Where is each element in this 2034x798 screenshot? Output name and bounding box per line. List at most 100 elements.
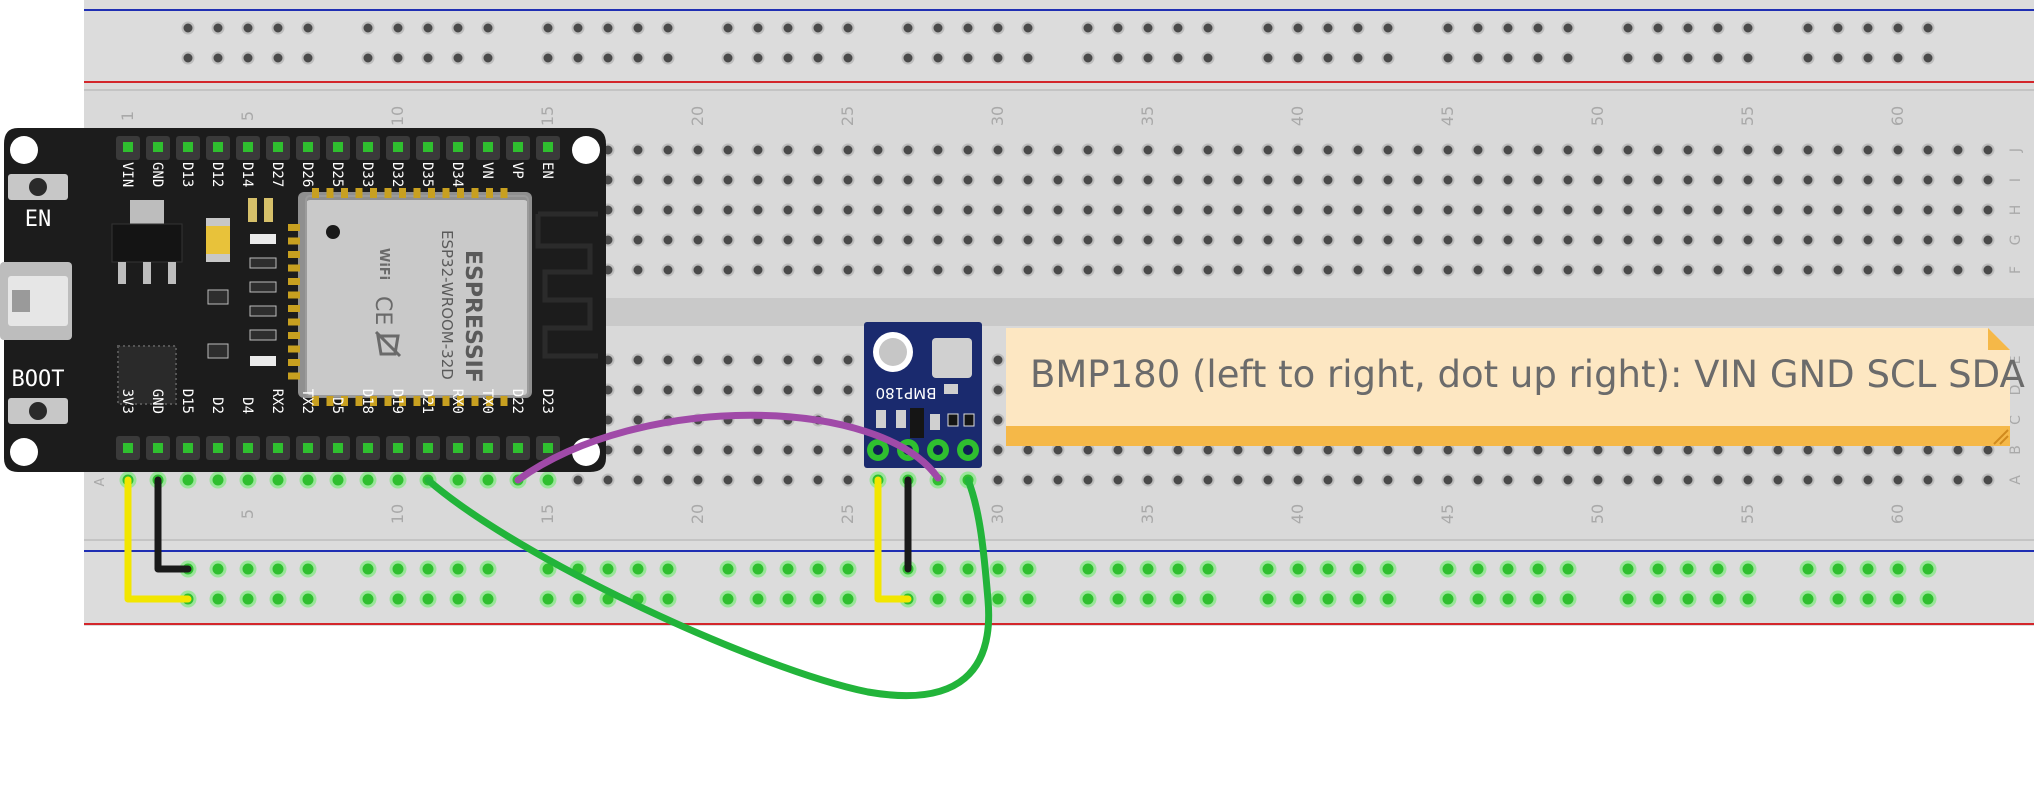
- breadboard-hole: [1501, 143, 1515, 157]
- breadboard-hole: [751, 473, 765, 487]
- breadboard-hole: [1711, 143, 1725, 157]
- en-button[interactable]: [8, 174, 68, 200]
- power-rail-hole: [989, 560, 1007, 578]
- breadboard-hole: [1981, 233, 1995, 247]
- power-rail-hole: [601, 21, 615, 35]
- power-rail-hole: [301, 21, 315, 35]
- en-button-label: EN: [25, 207, 52, 232]
- breadboard-hole: [1561, 173, 1575, 187]
- header-pin-pad: [363, 142, 373, 152]
- power-rail-hole: [1349, 560, 1367, 578]
- module-pad: [457, 188, 464, 198]
- breadboard-hole: [1321, 263, 1335, 277]
- breadboard-hole: [631, 173, 645, 187]
- breadboard-hole: [1741, 233, 1755, 247]
- breadboard-hole: [1741, 473, 1755, 487]
- breadboard-hole: [1171, 263, 1185, 277]
- breadboard-hole: [721, 203, 735, 217]
- breadboard-hole: [1081, 203, 1095, 217]
- breadboard-hole: [931, 233, 945, 247]
- pin-label: TX2: [299, 389, 315, 414]
- power-rail-hole: [241, 51, 255, 65]
- breadboard-hole: [1321, 203, 1335, 217]
- header-pin-pad: [303, 443, 313, 453]
- breadboard-hole: [751, 143, 765, 157]
- power-rail-hole: [929, 560, 947, 578]
- bmp180-pin-hole: [933, 445, 943, 455]
- breadboard-hole: [1501, 473, 1515, 487]
- power-rail-hole: [931, 21, 945, 35]
- power-rail-hole: [541, 51, 555, 65]
- power-rail-hole: [359, 560, 377, 578]
- breadboard-hole: [901, 143, 915, 157]
- breadboard-hole: [1771, 443, 1785, 457]
- breadboard-hole: [1231, 233, 1245, 247]
- boot-button[interactable]: [8, 398, 68, 424]
- breadboard-hole: [901, 203, 915, 217]
- power-rail-hole: [271, 51, 285, 65]
- breadboard-hole: [631, 383, 645, 397]
- module-pad: [288, 264, 300, 272]
- power-rail-hole: [539, 590, 557, 608]
- row-letter: A: [2008, 475, 2024, 485]
- breadboard-hole: [991, 383, 1005, 397]
- power-rail-hole: [1081, 51, 1095, 65]
- power-rail-hole: [1799, 560, 1817, 578]
- power-rail-hole: [299, 560, 317, 578]
- breadboard-hole: [1651, 263, 1665, 277]
- pin-label: D34: [449, 162, 465, 187]
- breadboard-hole: [661, 173, 675, 187]
- power-rail-hole: [1289, 560, 1307, 578]
- breadboard-hole: [1621, 443, 1635, 457]
- breadboard-hole: [1171, 173, 1185, 187]
- power-rail-hole: [749, 590, 767, 608]
- power-rail-hole: [1019, 590, 1037, 608]
- breadboard-hole: [1261, 143, 1275, 157]
- module-pad: [384, 188, 392, 198]
- sticky-note[interactable]: BMP180 (left to right, dot up right): VI…: [1006, 328, 2025, 446]
- breadboard-hole: [1201, 173, 1215, 187]
- bmp180-pin-hole: [873, 445, 883, 455]
- breadboard-hole: [751, 263, 765, 277]
- breadboard-hole: [1591, 233, 1605, 247]
- power-rail-hole: [1829, 590, 1847, 608]
- module-pad: [288, 305, 300, 312]
- breadboard-hole: [479, 471, 497, 489]
- power-rail-hole: [1109, 560, 1127, 578]
- pin-label: GND: [149, 162, 165, 187]
- power-rail-hole: [1891, 21, 1905, 35]
- breadboard-hole: [1081, 233, 1095, 247]
- breadboard-hole: [1801, 233, 1815, 247]
- power-rail-hole: [1561, 51, 1575, 65]
- breadboard-hole: [1021, 233, 1035, 247]
- power-rail-hole: [269, 560, 287, 578]
- breadboard-hole: [1441, 263, 1455, 277]
- breadboard-hole: [1381, 203, 1395, 217]
- row-letter: F: [2008, 266, 2024, 274]
- power-rail-hole: [901, 21, 915, 35]
- power-rail-hole: [1621, 51, 1635, 65]
- breadboard-hole: [1951, 143, 1965, 157]
- breadboard-hole: [1531, 443, 1545, 457]
- breadboard-hole: [1081, 263, 1095, 277]
- breadboard-hole: [1921, 263, 1935, 277]
- column-number: 15: [538, 504, 557, 524]
- breadboard-hole: [991, 173, 1005, 187]
- breadboard-hole: [1801, 143, 1815, 157]
- breadboard-hole: [1021, 473, 1035, 487]
- power-rail-hole: [1261, 21, 1275, 35]
- breadboard-hole: [961, 143, 975, 157]
- breadboard-hole: [1261, 443, 1275, 457]
- column-number: 40: [1288, 504, 1307, 524]
- power-rail-hole: [1921, 51, 1935, 65]
- power-rail-hole: [841, 51, 855, 65]
- micro-usb-port[interactable]: [0, 262, 72, 340]
- breadboard-hole: [871, 203, 885, 217]
- breadboard-hole: [1351, 203, 1365, 217]
- power-rail-hole: [1891, 51, 1905, 65]
- breadboard-hole: [1021, 173, 1035, 187]
- pin-label: D12: [209, 162, 225, 187]
- pin-label: D23: [539, 389, 555, 414]
- header-pin-pad: [483, 142, 493, 152]
- breadboard-hole: [1261, 173, 1275, 187]
